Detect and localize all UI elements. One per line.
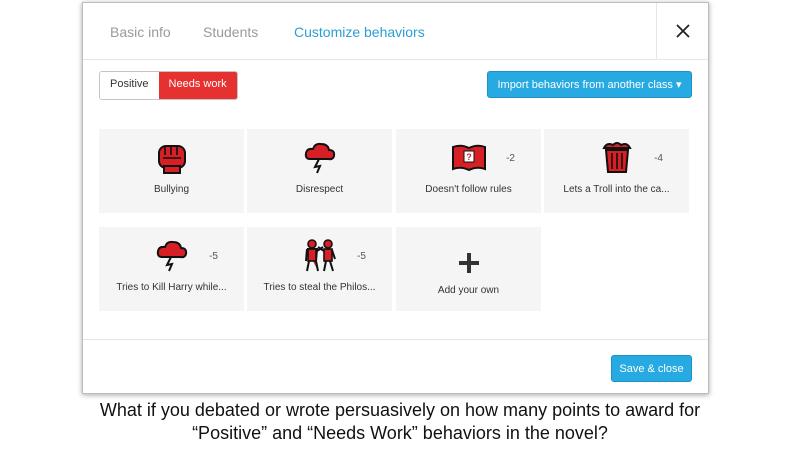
behavior-card-lets-a-troll[interactable]: -4 Lets a Troll into the ca... [544, 129, 689, 213]
behavior-label: Doesn't follow rules [425, 184, 512, 195]
behavior-card-bullying[interactable]: Bullying [99, 129, 244, 213]
slide-caption: What if you debated or wrote persuasivel… [0, 399, 800, 445]
storm-cloud-icon [156, 240, 188, 272]
close-button[interactable] [656, 3, 708, 59]
positive-toggle-button[interactable]: Positive [100, 72, 159, 99]
behavior-label: Tries to steal the Philos... [263, 282, 376, 293]
trash-can-icon [602, 142, 632, 173]
behavior-points: -2 [506, 153, 515, 164]
behavior-type-toggle: Positive Needs work [99, 71, 238, 100]
behavior-points: -4 [654, 153, 663, 164]
behavior-card-disrespect[interactable]: Disrespect [247, 129, 392, 213]
fist-icon [158, 145, 186, 174]
customize-behaviors-modal: Basic info Students Customize behaviors … [82, 2, 709, 394]
import-behaviors-label: Import behaviors from another class ▾ [497, 79, 682, 91]
tab-customize-behaviors[interactable]: Customize behaviors [294, 24, 425, 40]
storm-cloud-icon [304, 142, 336, 174]
tab-basic-info[interactable]: Basic info [110, 24, 171, 40]
modal-header: Basic info Students Customize behaviors [83, 3, 708, 60]
needs-work-toggle-button[interactable]: Needs work [158, 72, 237, 99]
save-and-close-button[interactable]: Save & close [611, 355, 692, 382]
behavior-label: Tries to Kill Harry while... [116, 282, 227, 293]
caption-line-2: “Positive” and “Needs Work” behaviors in… [192, 423, 608, 443]
tab-students[interactable]: Students [203, 24, 258, 40]
behavior-points: -5 [357, 251, 366, 262]
behavior-label: Bullying [153, 184, 190, 195]
behavior-card-tries-to-steal[interactable]: -5 Tries to steal the Philos... [247, 227, 392, 311]
behavior-card-doesnt-follow-rules[interactable]: ? -2 Doesn't follow rules [396, 129, 541, 213]
svg-text:?: ? [466, 152, 472, 162]
add-your-own-card[interactable]: Add your own [396, 227, 541, 311]
caption-line-1: What if you debated or wrote persuasivel… [99, 400, 701, 420]
behavior-points: -5 [209, 251, 218, 262]
behavior-label: Disrespect [295, 184, 344, 195]
footer-divider [83, 339, 708, 340]
import-behaviors-button[interactable]: Import behaviors from another class ▾ [487, 71, 692, 98]
add-your-own-label: Add your own [437, 285, 500, 296]
close-icon [675, 24, 690, 38]
fighting-figures-icon [305, 239, 336, 272]
rulebook-icon: ? [452, 144, 486, 172]
plus-icon [459, 253, 479, 273]
behavior-card-tries-to-kill-harry[interactable]: -5 Tries to Kill Harry while... [99, 227, 244, 311]
save-and-close-label: Save & close [619, 362, 684, 375]
behavior-label: Lets a Troll into the ca... [563, 184, 670, 195]
